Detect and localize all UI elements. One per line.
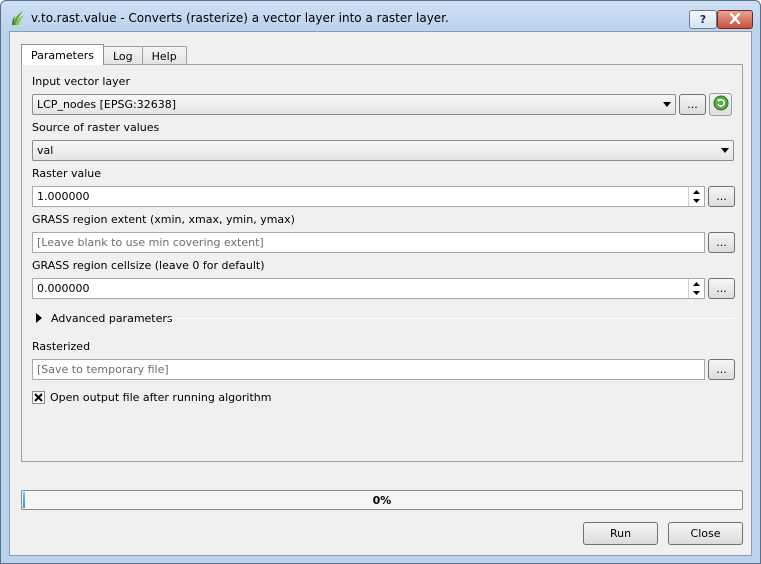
cellsize-label: GRASS region cellsize (leave 0 for defau… [32,259,265,272]
input-layer-combo[interactable]: LCP_nodes [EPSG:32638] [32,94,676,115]
cellsize-browse-button[interactable]: ... [708,278,735,299]
tab-label: Parameters [31,48,94,62]
browse-label: ... [687,98,698,111]
qgis-grass-icon [10,10,26,26]
browse-label: ... [716,282,727,295]
dialog-window: v.to.rast.value - Converts (rasterize) a… [0,0,761,564]
spin-up-icon[interactable] [689,279,704,289]
region-extent-browse-button[interactable]: ... [708,232,735,253]
progress-text: 0% [372,494,392,507]
spinner[interactable] [688,279,704,298]
chevron-down-icon [658,95,675,114]
window-close-button[interactable] [717,10,753,29]
raster-value-spinbox[interactable]: 1.000000 [32,186,705,207]
region-extent-placeholder: [Leave blank to use min covering extent] [37,236,264,249]
checkmark-icon [34,393,43,402]
region-extent-input[interactable]: [Leave blank to use min covering extent] [32,232,705,253]
input-layer-label: Input vector layer [32,75,130,88]
source-label: Source of raster values [32,121,160,134]
source-combo[interactable]: val [32,140,734,161]
advanced-divider [167,318,734,319]
tab-label: Log [112,49,133,63]
run-label: Run [609,527,632,540]
source-value: val [37,144,54,157]
parameters-panel: Input vector layer LCP_nodes [EPSG:32638… [21,64,743,462]
refresh-green-icon [713,95,729,114]
close-icon [729,12,741,27]
tab-bar: Parameters Log Help [21,44,187,65]
spin-down-icon[interactable] [689,197,704,207]
spin-down-icon[interactable] [689,289,704,299]
raster-value-browse-button[interactable]: ... [708,186,735,207]
output-label: Rasterized [32,340,91,353]
browse-label: ... [716,236,727,249]
run-button[interactable]: Run [583,522,658,545]
caret-right-icon [36,313,42,323]
advanced-parameters-toggle[interactable]: Advanced parameters [36,310,173,326]
raster-value-label: Raster value [32,167,102,180]
tab-parameters[interactable]: Parameters [21,44,104,65]
input-layer-browse-button[interactable]: ... [679,94,706,115]
raster-value-text: 1.000000 [37,190,90,203]
dialog-body: Parameters Log Help Input vector layer L… [9,31,752,556]
close-button[interactable]: Close [668,522,743,545]
output-placeholder: [Save to temporary file] [37,363,169,376]
browse-label: ... [716,190,727,203]
advanced-parameters-label: Advanced parameters [51,311,173,325]
output-file-input[interactable]: [Save to temporary file] [32,359,705,380]
help-label: ? [699,13,707,26]
open-output-option[interactable]: Open output file after running algorithm [32,391,271,404]
progress-bar: 0% [21,490,743,510]
output-browse-button[interactable]: ... [708,359,735,380]
input-layer-value: LCP_nodes [EPSG:32638] [37,98,176,111]
help-button[interactable]: ? [689,10,717,29]
chevron-down-icon [716,141,733,160]
window-title: v.to.rast.value - Converts (rasterize) a… [31,11,449,25]
cellsize-spinbox[interactable]: 0.000000 [32,278,705,299]
iterate-button[interactable] [709,93,732,116]
spin-up-icon[interactable] [689,187,704,197]
cellsize-text: 0.000000 [37,282,90,295]
title-bar[interactable]: v.to.rast.value - Converts (rasterize) a… [1,1,760,31]
tab-help[interactable]: Help [141,46,187,65]
browse-label: ... [716,363,727,376]
tab-log[interactable]: Log [102,46,143,65]
open-output-label: Open output file after running algorithm [50,391,272,404]
tab-label: Help [151,49,177,63]
spinner[interactable] [688,187,704,206]
region-extent-label: GRASS region extent (xmin, xmax, ymin, y… [32,213,295,226]
close-label: Close [690,527,721,540]
open-output-checkbox[interactable] [32,391,45,404]
